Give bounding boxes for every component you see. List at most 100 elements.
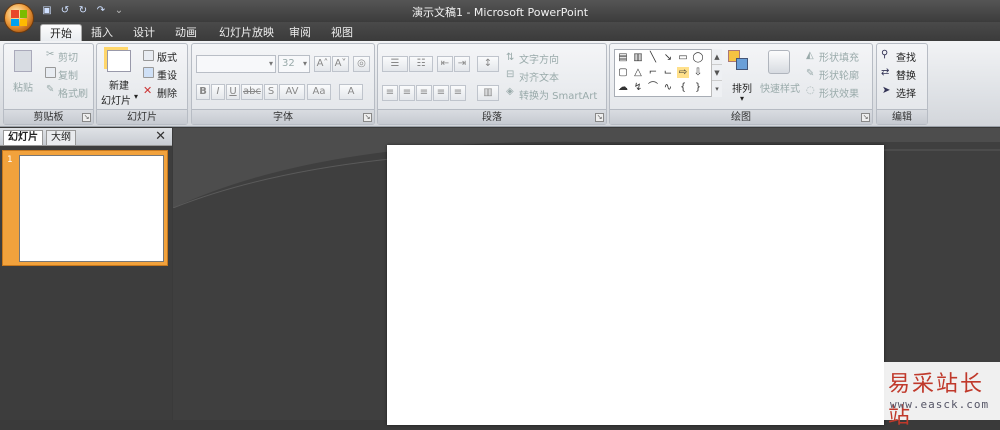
elbow-arrow-shape-icon[interactable]: ⌙: [662, 67, 674, 78]
font-size-value: 32: [282, 58, 295, 69]
office-button[interactable]: [4, 3, 34, 33]
down-arrow-shape-icon[interactable]: ⇩: [692, 67, 704, 78]
slide-thumbnail[interactable]: [19, 155, 164, 262]
tab-review[interactable]: 审阅: [280, 24, 320, 42]
lightning-shape-icon[interactable]: ↯: [632, 82, 644, 93]
close-icon[interactable]: ✕: [155, 129, 166, 144]
drawing-launcher-icon[interactable]: ↘: [861, 113, 870, 122]
cloud-shape-icon[interactable]: ☁: [617, 82, 629, 93]
bold-button[interactable]: B: [196, 84, 210, 100]
tab-animations[interactable]: 动画: [166, 24, 206, 42]
new-slide-label-1[interactable]: 新建: [109, 77, 129, 92]
new-slide-dropdown-icon[interactable]: ▾: [134, 92, 138, 101]
format-painter-button[interactable]: 格式刷: [58, 85, 88, 100]
quick-styles-button[interactable]: 快速样式: [760, 80, 800, 95]
align-right-button[interactable]: ≡: [416, 85, 432, 101]
justify-button[interactable]: ≡: [433, 85, 449, 101]
cut-button[interactable]: 剪切: [58, 49, 78, 64]
find-button[interactable]: 查找: [896, 49, 916, 64]
curve-shape-icon[interactable]: ∿: [662, 82, 674, 93]
delete-button[interactable]: 删除: [157, 85, 177, 100]
font-group: ▾ 32 ▾ A˄ A˅ ◎ B I U abc S AV Aa A 字体 ↘: [191, 43, 375, 125]
gallery-scrollbar[interactable]: ▲ ▼ ▾: [711, 49, 722, 97]
font-launcher-icon[interactable]: ↘: [363, 113, 372, 122]
drawing-group-label: 绘图: [610, 109, 872, 124]
align-left-button[interactable]: ≡: [382, 85, 398, 101]
shrink-font-button[interactable]: A˅: [332, 56, 349, 72]
rectangle-shape-icon[interactable]: ▭: [677, 52, 689, 63]
font-name-combo[interactable]: ▾: [196, 55, 276, 73]
tab-home[interactable]: 开始: [40, 24, 82, 42]
shape-fill-button[interactable]: 形状填充: [819, 49, 859, 64]
tab-view[interactable]: 视图: [322, 24, 362, 42]
slide-thumbnail-selection[interactable]: 1: [2, 150, 168, 266]
columns-button[interactable]: ▥: [477, 85, 499, 101]
oval-shape-icon[interactable]: ◯: [692, 52, 704, 63]
char-spacing-button[interactable]: AV: [279, 84, 305, 100]
triangle-shape-icon[interactable]: △: [632, 67, 644, 78]
underline-button[interactable]: U: [226, 84, 240, 100]
arrange-button[interactable]: 排列: [732, 80, 752, 95]
decrease-indent-button[interactable]: ⇤: [437, 56, 453, 72]
select-button[interactable]: 选择: [896, 85, 916, 100]
layout-button[interactable]: 版式: [157, 49, 177, 64]
paragraph-group: ☰ ☷ ⇤ ⇥ ↕ ⇅ 文字方向 ⊟ 对齐文本 ≡ ≡ ≡ ≡ ≡ ▥ ◈ 转换…: [377, 43, 607, 125]
arc-shape-icon[interactable]: ⌒: [647, 82, 659, 93]
layout-icon: [143, 50, 154, 61]
grow-font-button[interactable]: A˄: [314, 56, 331, 72]
copy-button[interactable]: 复制: [58, 67, 78, 82]
change-case-button[interactable]: Aa: [307, 84, 331, 100]
gallery-down-icon[interactable]: ▼: [712, 65, 722, 81]
slide-canvas[interactable]: [387, 145, 884, 425]
gallery-up-icon[interactable]: ▲: [712, 49, 722, 65]
paragraph-launcher-icon[interactable]: ↘: [595, 113, 604, 122]
font-size-combo[interactable]: 32 ▾: [278, 55, 310, 73]
tab-insert[interactable]: 插入: [82, 24, 122, 42]
new-slide-button[interactable]: 幻灯片: [101, 92, 131, 107]
rounded-rect-shape-icon[interactable]: ▢: [617, 67, 629, 78]
tab-design[interactable]: 设计: [124, 24, 164, 42]
arrange-icon: [728, 50, 750, 72]
tab-slideshow[interactable]: 幻灯片放映: [210, 24, 283, 42]
panel-tabs: 幻灯片 大纲 ✕: [0, 128, 172, 146]
line-spacing-button[interactable]: ↕: [477, 56, 499, 72]
gallery-more-icon[interactable]: ▾: [712, 81, 722, 97]
numbering-button[interactable]: ☷: [409, 56, 433, 72]
text-direction-button[interactable]: 文字方向: [519, 51, 559, 66]
paragraph-group-label: 段落: [378, 109, 606, 124]
reset-icon: [143, 67, 154, 78]
clipboard-launcher-icon[interactable]: ↘: [82, 113, 91, 122]
right-brace-shape-icon[interactable]: }: [692, 82, 704, 93]
left-brace-shape-icon[interactable]: {: [677, 82, 689, 93]
font-color-button[interactable]: A: [339, 84, 363, 100]
shapes-gallery[interactable]: ▤ ▥ ╲ ↘ ▭ ◯ ▢ △ ⌐ ⌙ ⇨ ⇩ ☁ ↯ ⌒ ∿ { }: [614, 49, 722, 97]
shape-effects-button[interactable]: 形状效果: [819, 85, 859, 100]
slides-panel: 幻灯片 大纲 ✕ 1: [0, 128, 172, 420]
vertical-textbox-shape-icon[interactable]: ▥: [632, 52, 644, 63]
align-text-button[interactable]: 对齐文本: [519, 69, 559, 84]
bullets-button[interactable]: ☰: [382, 56, 408, 72]
tab-slides[interactable]: 幻灯片: [3, 130, 43, 145]
convert-smartart-button[interactable]: 转换为 SmartArt: [519, 87, 597, 102]
elbow-connector-shape-icon[interactable]: ⌐: [647, 67, 659, 78]
textbox-shape-icon[interactable]: ▤: [617, 52, 629, 63]
right-arrow-shape-icon[interactable]: ⇨: [677, 67, 689, 78]
replace-button[interactable]: 替换: [896, 67, 916, 82]
tab-outline[interactable]: 大纲: [46, 130, 76, 145]
increase-indent-button[interactable]: ⇥: [454, 56, 470, 72]
shape-outline-button[interactable]: 形状轮廓: [819, 67, 859, 82]
arrange-dropdown-icon[interactable]: ▾: [740, 94, 744, 103]
align-center-button[interactable]: ≡: [399, 85, 415, 101]
shadow-button[interactable]: S: [264, 84, 278, 100]
italic-button[interactable]: I: [211, 84, 225, 100]
paste-button[interactable]: 粘贴: [13, 79, 33, 94]
line-shape-icon[interactable]: ╲: [647, 52, 659, 63]
clear-format-button[interactable]: ◎: [353, 56, 370, 72]
reset-button[interactable]: 重设: [157, 67, 177, 82]
paste-icon: [14, 50, 32, 72]
copy-icon: [45, 67, 56, 78]
distribute-button[interactable]: ≡: [450, 85, 466, 101]
chevron-down-icon: ▾: [268, 59, 273, 68]
arrow-line-shape-icon[interactable]: ↘: [662, 52, 674, 63]
strikethrough-button[interactable]: abc: [241, 84, 263, 100]
